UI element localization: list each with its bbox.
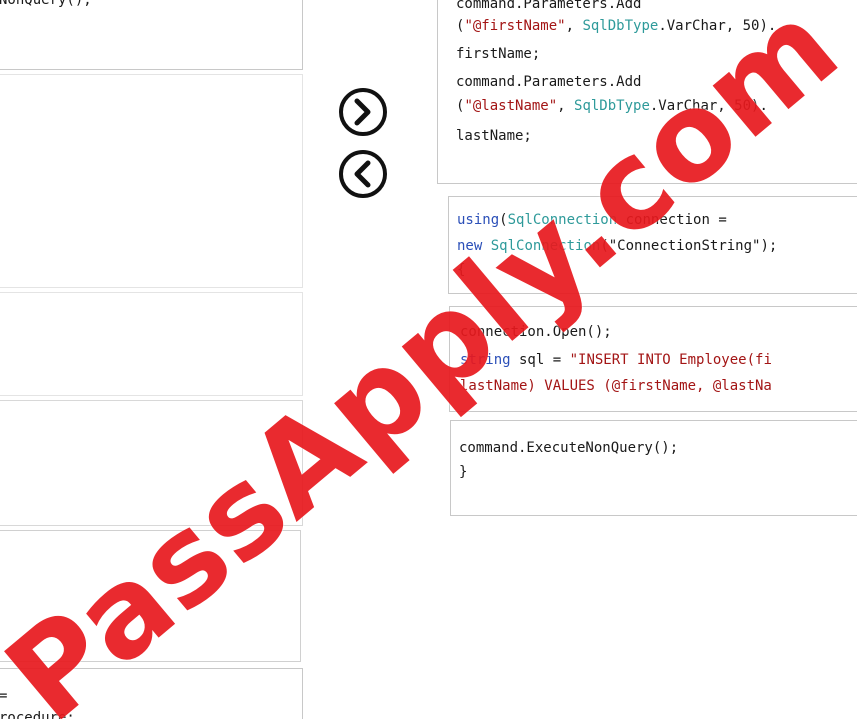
code-line: command.ExecuteNonQuery(); — [459, 440, 679, 456]
code-text: , — [557, 98, 575, 114]
code-text: connection = — [617, 212, 727, 228]
chevron-left-icon — [354, 160, 371, 188]
code-line: ("@firstName", SqlDbType.VarChar, 50). — [456, 15, 857, 37]
left-code-block-1[interactable]: NonQuery(); — [0, 0, 303, 70]
code-text: ("ConnectionString"); — [600, 238, 778, 254]
left-drop-slot-1[interactable] — [0, 74, 303, 288]
move-right-button[interactable] — [339, 88, 387, 136]
code-text: .VarChar, 50). — [649, 98, 768, 114]
code-line: command.Parameters.Add — [456, 74, 642, 90]
left-drop-slot-4[interactable] — [0, 530, 301, 662]
code-line: command.Parameters.Add — [456, 0, 857, 15]
right-code-block-parameters[interactable]: command.Parameters.Add ("@firstName", Sq… — [437, 0, 857, 184]
code-type: SqlConnection — [490, 238, 601, 254]
code-keyword: new — [457, 238, 483, 254]
code-line: new SqlConnection("ConnectionString"); — [457, 235, 857, 257]
chevron-right-icon — [354, 98, 371, 126]
code-string: "INSERT INTO Employee(fi — [569, 352, 772, 368]
code-line: ("@lastName", SqlDbType.VarChar, 50). — [456, 95, 857, 117]
code-keyword: using — [457, 212, 500, 228]
code-line: using(SqlConnection connection = — [457, 209, 857, 231]
code-type: SqlDbType — [582, 18, 659, 34]
code-keyword: string — [460, 352, 511, 368]
right-code-block-using[interactable]: using(SqlConnection connection = new Sql… — [448, 196, 857, 294]
code-text: sql = — [510, 352, 570, 368]
code-text: .VarChar, 50). — [658, 18, 777, 34]
code-type: SqlDbType — [574, 98, 650, 114]
code-type: SqlConnection — [507, 212, 618, 228]
code-text: ( — [499, 212, 508, 228]
left-drop-slot-3[interactable] — [0, 400, 303, 526]
code-string: "@lastName" — [464, 98, 558, 114]
code-text: , — [565, 18, 583, 34]
code-line: lastName) VALUES (@firstName, @lastNa — [460, 375, 857, 397]
right-code-block-insert[interactable]: connection.Open(); string sql = "INSERT … — [449, 306, 857, 412]
code-line: string sql = "INSERT INTO Employee(fi — [460, 349, 857, 371]
right-code-block-execute[interactable]: command.ExecuteNonQuery(); } — [450, 420, 857, 516]
code-line: { — [457, 262, 466, 278]
move-left-button[interactable] — [339, 150, 387, 198]
left-drop-slot-2[interactable] — [0, 292, 303, 396]
code-string: "@firstName" — [464, 18, 566, 34]
code-string: lastName) VALUES (@firstName, @lastNa — [460, 378, 772, 394]
code-line: = — [0, 688, 8, 704]
code-line: } — [459, 464, 468, 480]
code-line: lastName; — [456, 128, 532, 144]
left-code-block-2[interactable]: = rocedure; — [0, 668, 303, 719]
code-line: rocedure; — [0, 710, 75, 719]
code-text: command.Parameters.Add — [456, 0, 642, 12]
code-line: firstName; — [456, 46, 541, 62]
code-line: NonQuery(); — [0, 0, 92, 8]
code-line: connection.Open(); — [460, 324, 612, 340]
